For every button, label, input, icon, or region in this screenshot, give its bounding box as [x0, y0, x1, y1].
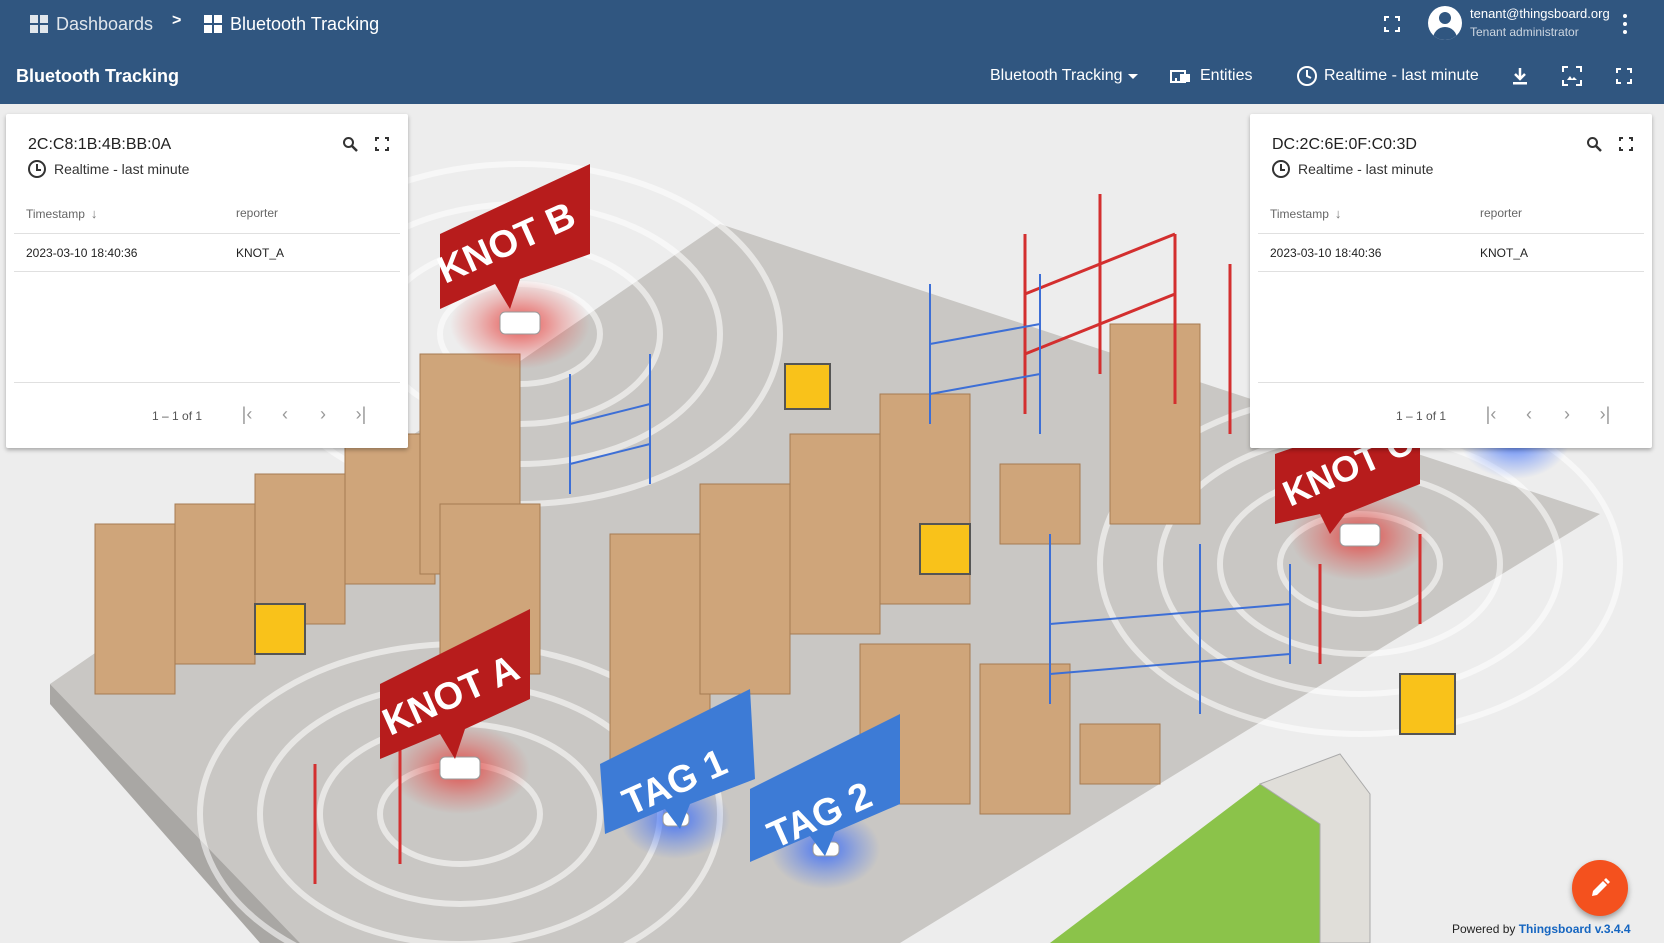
widget-fullscreen-button[interactable] [370, 132, 394, 156]
download-icon [1513, 68, 1527, 85]
table-row[interactable]: 2023-03-10 18:40:36 KNOT_A [14, 234, 400, 272]
table-header: Timestamp ↓ reporter [1258, 194, 1644, 234]
entities-label: Entities [1200, 67, 1253, 84]
breadcrumb-current[interactable]: Bluetooth Tracking [204, 0, 379, 48]
column-header-reporter[interactable]: reporter [236, 206, 278, 220]
chevron-left-icon: ‹ [1526, 403, 1532, 424]
timeseries-widget-left: 2C:C8:1B:4B:BB:0A Realtime - last minute… [6, 114, 408, 448]
widget-title: 2C:C8:1B:4B:BB:0A [28, 136, 172, 153]
prev-page-button[interactable]: ‹ [270, 399, 300, 429]
edit-dashboard-button[interactable] [1572, 860, 1628, 916]
powered-by-text: Powered by [1452, 922, 1516, 936]
page-range: 1 – 1 of 1 [1396, 409, 1447, 423]
table-row[interactable]: 2023-03-10 18:40:36 KNOT_A [1258, 234, 1644, 272]
fullscreen-icon [1384, 16, 1400, 32]
next-page-button[interactable]: › [308, 399, 338, 429]
widget-timewindow[interactable]: Realtime - last minute [1272, 160, 1433, 178]
widget-timewindow-label: Realtime - last minute [54, 161, 190, 177]
first-page-icon: |‹ [241, 403, 253, 424]
cell-timestamp: 2023-03-10 18:40:36 [1270, 246, 1382, 260]
state-select-label: Bluetooth Tracking [990, 67, 1123, 84]
dashboard-title: Bluetooth Tracking [16, 66, 180, 86]
table-paginator: 1 – 1 of 1 |‹ ‹ › ›| [1258, 382, 1644, 442]
dashboard-fullscreen-button[interactable] [1608, 60, 1640, 92]
column-label: Timestamp [1270, 206, 1329, 221]
sort-arrow-icon: ↓ [1334, 206, 1342, 221]
entities-button[interactable]: Entities [1170, 64, 1252, 88]
search-button[interactable] [1582, 132, 1606, 156]
state-select[interactable]: Bluetooth Tracking [990, 64, 1138, 88]
breadcrumb-dashboards[interactable]: Dashboards [30, 0, 153, 48]
search-button[interactable] [338, 132, 362, 156]
next-page-button[interactable]: › [1552, 399, 1582, 429]
first-page-button[interactable]: |‹ [1476, 399, 1506, 429]
search-icon [1587, 137, 1602, 152]
first-page-icon: |‹ [1485, 403, 1497, 424]
last-page-icon: ›| [1599, 403, 1611, 424]
cell-reporter: KNOT_A [236, 246, 285, 260]
user-email: tenant@thingsboard.org [1470, 6, 1610, 21]
column-header-timestamp[interactable]: Timestamp ↓ [26, 206, 97, 221]
last-page-button[interactable]: ›| [346, 399, 376, 429]
breadcrumb-label: Bluetooth Tracking [230, 13, 380, 34]
download-button[interactable] [1504, 60, 1536, 92]
last-page-icon: ›| [355, 403, 367, 424]
clock-icon [28, 160, 46, 178]
dashboard-icon [204, 15, 222, 33]
first-page-button[interactable]: |‹ [232, 399, 262, 429]
search-icon [343, 137, 358, 152]
sort-arrow-icon: ↓ [90, 206, 98, 221]
powered-by: Powered by Thingsboard v.3.4.4 [1452, 922, 1631, 936]
table-header: Timestamp ↓ reporter [14, 194, 400, 234]
dashboard-toolbar: Bluetooth Tracking Bluetooth Tracking En… [0, 48, 1664, 104]
chevron-right-icon: › [320, 403, 326, 424]
column-label: Timestamp [26, 206, 85, 221]
account-icon[interactable] [1428, 6, 1462, 40]
clock-icon [1297, 66, 1317, 86]
table-paginator: 1 – 1 of 1 |‹ ‹ › ›| [14, 382, 400, 442]
timewindow-label: Realtime - last minute [1324, 67, 1479, 84]
fullscreen-icon [1616, 68, 1632, 84]
widget-timewindow-label: Realtime - last minute [1298, 161, 1434, 177]
user-role: Tenant administrator [1470, 25, 1579, 39]
app-bar: Dashboards > Bluetooth Tracking tenant@t… [0, 0, 1664, 48]
column-header-timestamp[interactable]: Timestamp ↓ [1270, 206, 1341, 221]
more-vert-icon[interactable] [1622, 14, 1628, 34]
prev-page-button[interactable]: ‹ [1514, 399, 1544, 429]
chevron-left-icon: ‹ [282, 403, 288, 424]
widget-fullscreen-button[interactable] [1614, 132, 1638, 156]
page-range: 1 – 1 of 1 [152, 409, 203, 423]
chevron-right-icon: › [1564, 403, 1570, 424]
timeseries-widget-right: DC:2C:6E:0F:C0:3D Realtime - last minute… [1250, 114, 1652, 448]
breadcrumb-separator: > [172, 12, 182, 29]
dashboard-icon [30, 15, 48, 33]
clock-icon [1272, 160, 1290, 178]
cell-reporter: KNOT_A [1480, 246, 1529, 260]
cell-timestamp: 2023-03-10 18:40:36 [26, 246, 138, 260]
last-page-button[interactable]: ›| [1590, 399, 1620, 429]
fullscreen-icon [375, 137, 389, 151]
entities-icon [1170, 70, 1190, 83]
powered-by-link[interactable]: Thingsboard v.3.4.4 [1519, 922, 1631, 936]
timewindow-button[interactable]: Realtime - last minute [1296, 64, 1479, 88]
widget-title: DC:2C:6E:0F:C0:3D [1272, 136, 1417, 153]
column-header-reporter[interactable]: reporter [1480, 206, 1522, 220]
edit-icon [1592, 878, 1610, 896]
fullscreen-button[interactable] [1376, 8, 1408, 40]
chevron-down-icon [1127, 73, 1138, 79]
fullscreen-icon [1619, 137, 1633, 151]
widget-timewindow[interactable]: Realtime - last minute [28, 160, 189, 178]
image-export-icon [1562, 66, 1582, 86]
export-image-button[interactable] [1556, 60, 1588, 92]
breadcrumb-label: Dashboards [56, 13, 154, 34]
